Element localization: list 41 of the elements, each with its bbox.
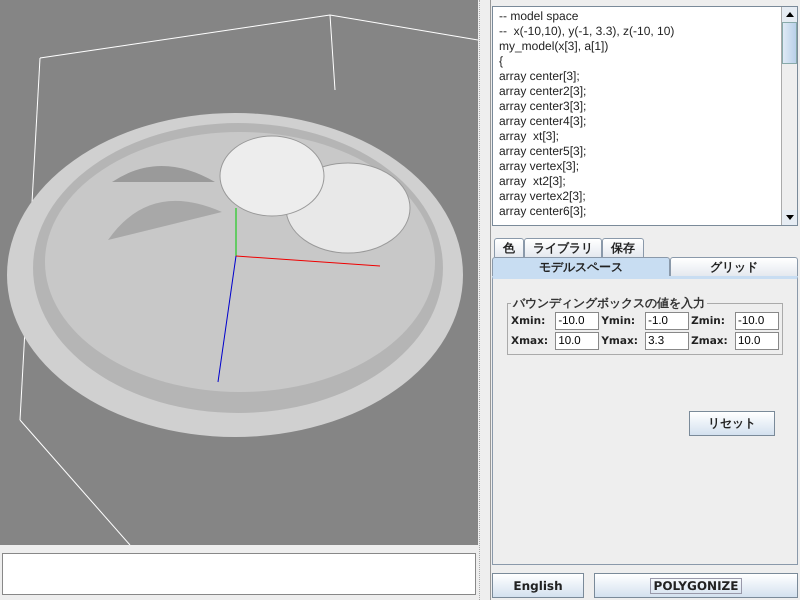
code-line: array center6[3];	[499, 204, 588, 219]
code-line: -- x(-10,10), y(-1, 3.3), z(-10, 10)	[499, 24, 676, 39]
code-line: {	[499, 54, 504, 69]
input-field[interactable]: -1.0	[645, 312, 690, 330]
polygonize-button[interactable]: POLYGONIZE	[594, 573, 798, 598]
tab[interactable]: 保存	[602, 238, 644, 257]
code-line: array center5[3];	[499, 144, 588, 159]
tab[interactable]: グリッド	[670, 257, 798, 276]
input-field[interactable]: -10.0	[735, 312, 779, 330]
code-line: array xt2[3];	[499, 174, 567, 189]
code-line: my_model(x[3], a[1])	[499, 39, 610, 54]
language-button[interactable]: English	[492, 573, 584, 598]
input-field[interactable]: 10.0	[555, 332, 600, 350]
group-title: バウンディングボックスの値を入力	[512, 295, 706, 312]
code-editor[interactable]	[492, 6, 798, 226]
tab[interactable]: モデルスペース	[492, 257, 670, 276]
code-line: array center2[3];	[499, 84, 588, 99]
down-arrow-icon[interactable]	[786, 215, 794, 220]
reset-button[interactable]: リセット	[689, 411, 775, 436]
input-field[interactable]: -10.0	[555, 312, 600, 330]
field-label: Ymax:	[601, 335, 639, 347]
scrollbar[interactable]	[781, 7, 797, 225]
code-line: array center[3];	[499, 69, 581, 84]
field-label: Ymin:	[601, 315, 636, 327]
code-line: array vertex2[3];	[499, 189, 587, 204]
input-field[interactable]	[2, 553, 476, 595]
field-label: Xmax:	[511, 335, 550, 347]
code-line: array vertex[3];	[499, 159, 580, 174]
code-line: array center3[3];	[499, 99, 588, 114]
field-label: Zmax:	[691, 335, 729, 347]
code-line: array xt[3];	[499, 129, 560, 144]
code-line: array center4[3];	[499, 114, 588, 129]
input-field[interactable]: 3.3	[645, 332, 690, 350]
code-line: -- model space	[499, 9, 580, 24]
up-arrow-icon[interactable]	[786, 12, 794, 17]
field-label: Xmin:	[511, 315, 546, 327]
field-label: Zmin:	[691, 315, 726, 327]
scrollbar-thumb[interactable]	[782, 22, 797, 64]
input-field[interactable]: 10.0	[735, 332, 779, 350]
tab[interactable]: 色	[494, 238, 524, 257]
tab[interactable]: ライブラリ	[524, 238, 602, 257]
